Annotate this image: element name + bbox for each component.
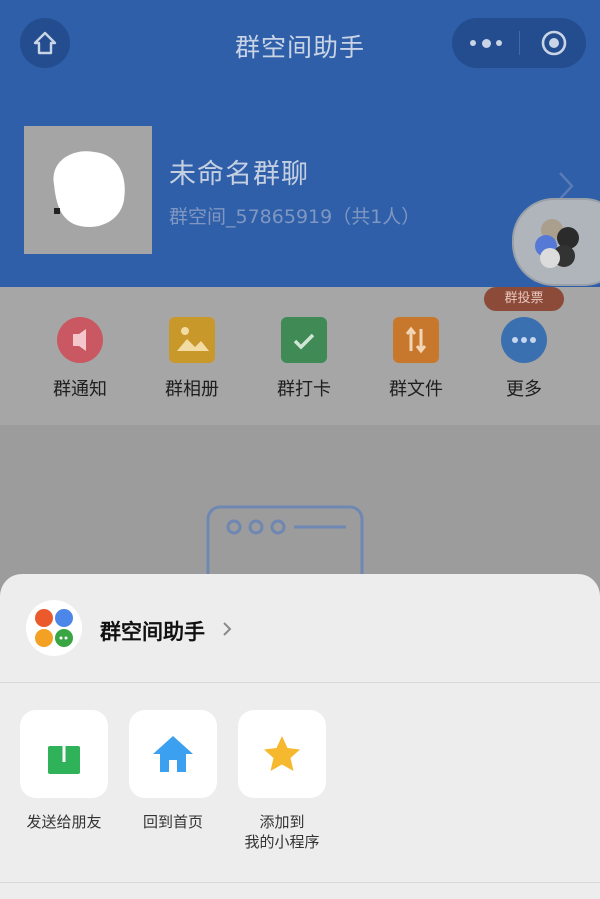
feature-checkin[interactable]: 群打卡: [259, 317, 349, 401]
checkin-icon: [281, 317, 327, 363]
group-avatar[interactable]: [24, 126, 152, 254]
app-header: 群空间助手 未命名群聊 群空间_57865919（共1人）: [0, 0, 600, 287]
feature-label: 群相册: [165, 379, 219, 400]
divider: [0, 682, 600, 683]
feature-notice[interactable]: 群通知: [35, 317, 125, 401]
action-label: 回到首页: [142, 813, 203, 831]
action-sheet: 群空间助手 发送给朋友 回到首页 添加到 我的小程序: [0, 574, 600, 899]
megaphone-icon: [57, 317, 103, 363]
browser-placeholder-icon: [206, 505, 364, 585]
feature-label: 更多: [506, 379, 542, 400]
more-circle-icon: [501, 317, 547, 363]
floating-app-bubble[interactable]: [512, 198, 600, 286]
action-label: 添加到 我的小程序: [237, 812, 327, 852]
divider: [0, 882, 600, 883]
feature-files[interactable]: 群文件: [371, 317, 461, 401]
app-logo-icon: [535, 219, 579, 268]
file-icon: [393, 317, 439, 363]
feature-label: 群通知: [53, 379, 107, 400]
avatar-placeholder-icon: [53, 151, 125, 227]
content-area: [0, 425, 600, 585]
home-icon: [153, 736, 193, 772]
star-icon: [264, 736, 300, 771]
feature-album[interactable]: 群相册: [147, 317, 237, 401]
capsule-divider: [519, 31, 520, 55]
add-to-my-miniprogram-button[interactable]: 添加到 我的小程序: [237, 710, 327, 852]
back-to-home-button[interactable]: 回到首页: [128, 710, 218, 832]
group-id: 群空间_57865919（共1人）: [169, 206, 421, 228]
action-label-line2: 我的小程序: [244, 833, 320, 851]
feature-label: 群打卡: [277, 379, 331, 400]
send-to-friend-button[interactable]: 发送给朋友: [19, 710, 109, 832]
group-name[interactable]: 未命名群聊: [169, 152, 309, 191]
app-logo-icon: [35, 609, 73, 647]
more-dots-icon[interactable]: [470, 32, 502, 54]
chevron-right-icon[interactable]: [222, 621, 232, 637]
vote-badge[interactable]: 群投票: [484, 287, 564, 311]
feature-label: 群文件: [389, 379, 443, 400]
app-logo[interactable]: [26, 600, 82, 656]
star-tile: [238, 710, 326, 798]
feature-more[interactable]: 更多: [479, 317, 569, 401]
share-icon: [48, 734, 80, 774]
action-label-line1: 添加到: [259, 813, 305, 831]
picture-icon: [169, 317, 215, 363]
action-label: 发送给朋友: [26, 813, 102, 831]
share-tile: [20, 710, 108, 798]
sheet-app-name[interactable]: 群空间助手: [100, 616, 205, 646]
home-tile: [129, 710, 217, 798]
menu-capsule: [452, 18, 586, 68]
target-circle-icon[interactable]: [540, 29, 568, 57]
